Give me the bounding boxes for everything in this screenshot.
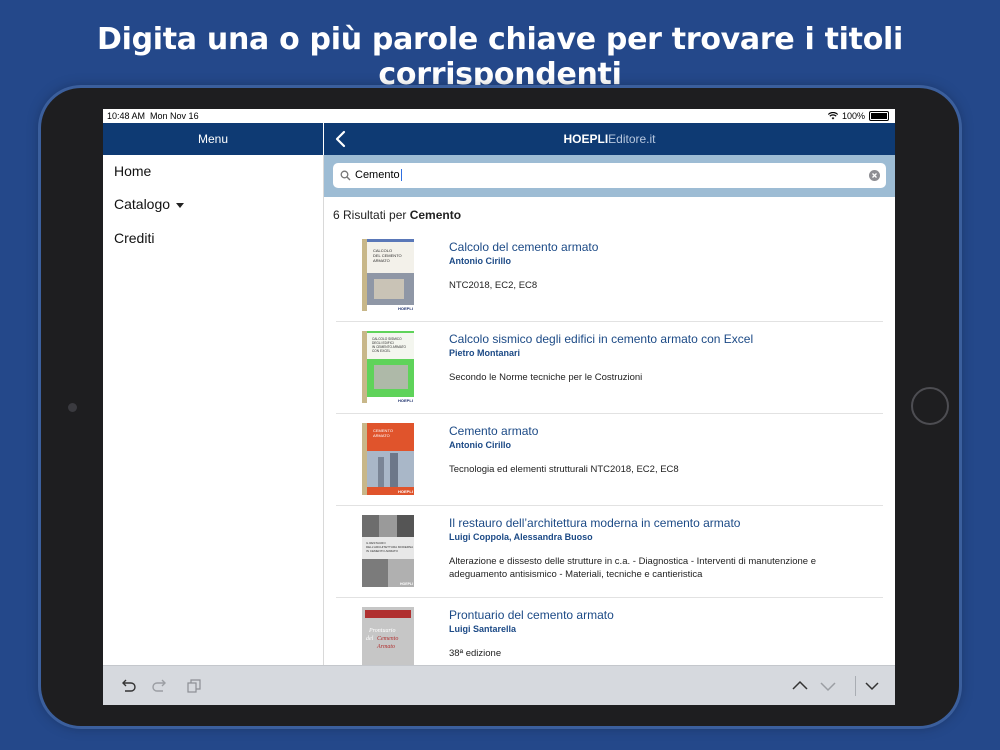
- battery-icon: [869, 111, 889, 121]
- svg-text:HOEPLI: HOEPLI: [398, 398, 413, 403]
- keyboard-toolbar: [103, 665, 895, 705]
- svg-text:HOEPLI: HOEPLI: [400, 582, 413, 586]
- book-cover: CALCOLO DEL CEMENTO ARMATO HOEPLI: [362, 239, 414, 311]
- clear-icon[interactable]: [869, 170, 880, 181]
- sidebar-item-crediti[interactable]: Crediti: [114, 230, 154, 246]
- sidebar-header: Menu: [103, 123, 323, 155]
- status-bar: 10:48 AM Mon Nov 16 100%: [103, 109, 895, 123]
- book-cover: CALCOLO SISMICO DEGLI EDIFICI IN CEMENTO…: [362, 331, 414, 403]
- book-cover: CEMENTO ARMATO HOEPLI: [362, 423, 414, 495]
- result-title[interactable]: Calcolo del cemento armato: [449, 240, 598, 254]
- svg-text:Prontuario: Prontuario: [368, 628, 395, 634]
- result-title[interactable]: Il restauro dell’architettura moderna in…: [449, 516, 740, 530]
- tablet-camera: [68, 403, 77, 412]
- toolbar-separator: [855, 676, 856, 696]
- result-description: Tecnologia ed elementi strutturali NTC20…: [449, 464, 679, 475]
- result-item[interactable]: Prontuario del Cemento Armato Prontuario…: [336, 597, 883, 665]
- result-item[interactable]: CEMENTO ARMATO HOEPLI Cemento armato Ant…: [336, 413, 883, 506]
- svg-text:CON EXCEL: CON EXCEL: [372, 349, 391, 353]
- tablet-screen: 10:48 AM Mon Nov 16 100% Menu Home Catal…: [103, 109, 895, 705]
- result-author: Luigi Santarella: [449, 624, 517, 634]
- chevron-down-icon[interactable]: [819, 677, 837, 695]
- search-value: Cemento: [355, 169, 402, 182]
- search-input[interactable]: Cemento: [333, 163, 886, 188]
- battery-percent: 100%: [841, 111, 865, 121]
- svg-text:Cemento: Cemento: [377, 636, 398, 642]
- svg-text:IN CEMENTO ARMATO: IN CEMENTO ARMATO: [366, 549, 399, 553]
- results-list: CALCOLO DEL CEMENTO ARMATO HOEPLI Calcol…: [324, 229, 895, 665]
- navbar: HOEPLIEditore.it: [324, 123, 895, 155]
- result-title[interactable]: Prontuario del cemento armato: [449, 608, 614, 622]
- result-author: Antonio Cirillo: [449, 440, 511, 450]
- chevron-up-icon[interactable]: [791, 677, 809, 695]
- brand-logo: HOEPLIEditore.it: [563, 132, 656, 146]
- svg-text:HOEPLI: HOEPLI: [398, 306, 413, 311]
- sidebar-item-home[interactable]: Home: [114, 163, 151, 179]
- headline: Digita una o più parole chiave per trova…: [97, 22, 903, 92]
- result-description: NTC2018, EC2, EC8: [449, 280, 538, 291]
- result-description: 38ª edizione: [449, 648, 502, 659]
- caret-down-icon: [176, 202, 185, 208]
- result-author: Antonio Cirillo: [449, 256, 511, 266]
- results-summary: 6 Risultati per Cemento: [333, 208, 462, 222]
- wifi-icon: [827, 112, 838, 120]
- book-cover: IL RESTAURO DELL’ARCHITETTURA MODERNA IN…: [362, 515, 414, 587]
- svg-text:ARMATO: ARMATO: [373, 258, 390, 263]
- search-bar: Cemento: [324, 155, 895, 197]
- redo-icon[interactable]: [151, 677, 169, 695]
- status-right: 100%: [827, 111, 889, 121]
- book-cover: Prontuario del Cemento Armato: [362, 607, 414, 665]
- sidebar: Home Catalogo Crediti: [103, 155, 324, 665]
- result-item[interactable]: CALCOLO DEL CEMENTO ARMATO HOEPLI Calcol…: [336, 229, 883, 322]
- result-description: Secondo le Norme tecniche per le Costruz…: [449, 372, 643, 383]
- result-author: Luigi Coppola, Alessandra Buoso: [449, 532, 593, 542]
- undo-icon[interactable]: [119, 677, 137, 695]
- sidebar-item-catalogo[interactable]: Catalogo: [114, 196, 185, 212]
- result-description: Alterazione e dissesto delle strutture i…: [449, 556, 816, 580]
- home-button[interactable]: [911, 387, 949, 425]
- svg-text:del: del: [366, 636, 374, 642]
- result-title[interactable]: Calcolo sismico degli edifici in cemento…: [449, 332, 753, 346]
- svg-text:Armato: Armato: [376, 644, 395, 650]
- svg-text:HOEPLI: HOEPLI: [398, 489, 413, 494]
- result-item[interactable]: IL RESTAURO DELL’ARCHITETTURA MODERNA IN…: [336, 505, 883, 598]
- result-author: Pietro Montanari: [449, 348, 521, 358]
- copy-icon[interactable]: [185, 677, 203, 695]
- result-item[interactable]: CALCOLO SISMICO DEGLI EDIFICI IN CEMENTO…: [336, 321, 883, 414]
- svg-text:ARMATO: ARMATO: [373, 433, 390, 438]
- status-time: 10:48 AM Mon Nov 16: [107, 111, 199, 121]
- keyboard-hide-icon[interactable]: [863, 677, 881, 695]
- result-title[interactable]: Cemento armato: [449, 424, 538, 438]
- search-icon: [340, 170, 351, 181]
